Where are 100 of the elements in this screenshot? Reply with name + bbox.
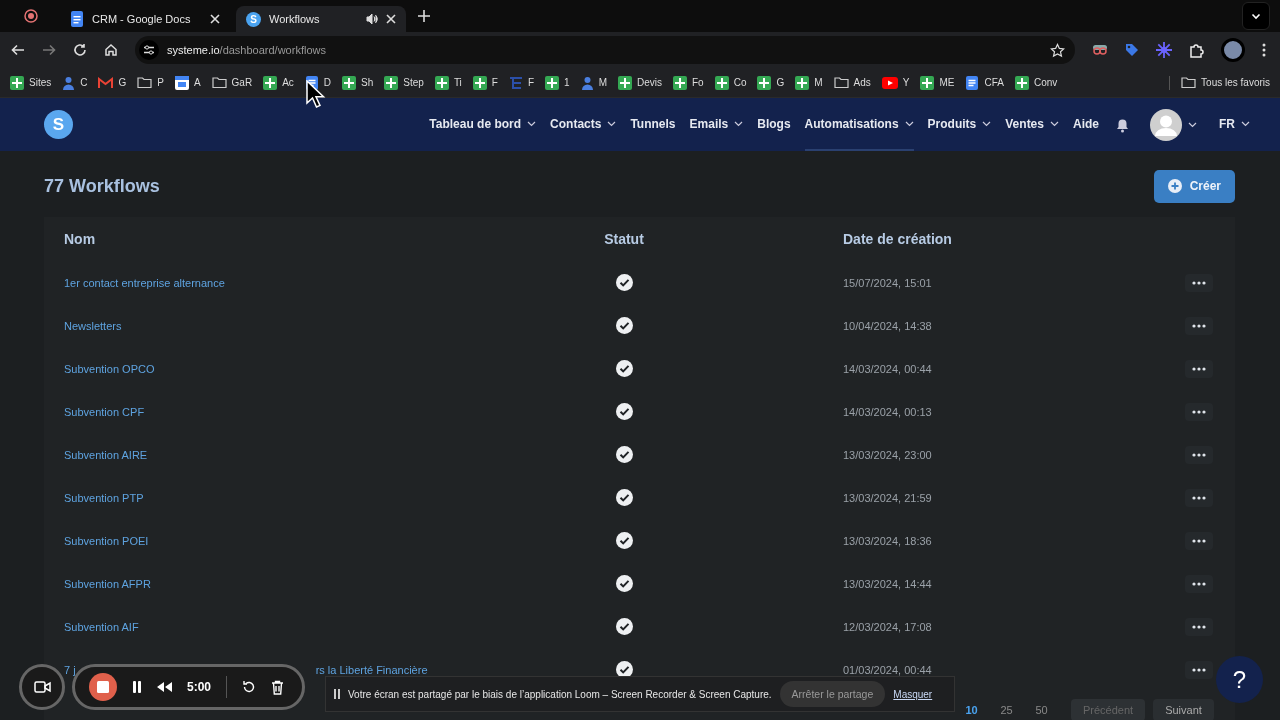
chevron-down-icon[interactable] (1050, 120, 1059, 127)
page-size-option[interactable]: 10 (954, 704, 989, 716)
bookmark[interactable]: M (580, 75, 607, 90)
chevron-down-icon[interactable] (904, 120, 914, 127)
bookmark[interactable]: Conv (1014, 75, 1058, 90)
bookmark[interactable]: G (757, 75, 785, 90)
reload-icon[interactable] (73, 43, 87, 57)
bookmark[interactable]: A (174, 75, 201, 90)
site-settings-icon[interactable] (139, 40, 159, 60)
next-button[interactable]: Suivant (1153, 699, 1214, 720)
bookmark[interactable]: GaR (211, 76, 253, 89)
nav-menu-item[interactable]: Automatisations (804, 98, 914, 151)
bookmark[interactable]: Sites (10, 75, 52, 90)
bookmark[interactable]: 1 (545, 75, 570, 90)
address-bar[interactable]: systeme.io/dashboard/workflows (135, 36, 1075, 64)
chevron-down-icon[interactable] (982, 120, 992, 127)
workflow-link[interactable]: 7 j (64, 663, 76, 676)
browser-tab[interactable]: CRM - Google Docs (60, 6, 230, 32)
more-options-button[interactable] (1185, 488, 1213, 507)
chevron-down-icon[interactable] (734, 120, 744, 127)
workflow-link[interactable]: Subvention OPCO (64, 362, 155, 375)
ellipsis-icon[interactable] (1192, 624, 1206, 629)
more-options-button[interactable] (1185, 359, 1213, 378)
more-options-button[interactable] (1185, 574, 1213, 593)
ellipsis-icon[interactable] (1192, 452, 1206, 457)
bookmark[interactable]: Ti (434, 75, 462, 90)
bookmark[interactable]: Ac (263, 75, 294, 90)
create-button[interactable]: Créer (1153, 169, 1235, 203)
extension-icon[interactable] (1092, 44, 1108, 56)
nav-menu-item[interactable]: Ventes (1005, 98, 1059, 151)
bookmark[interactable]: G (98, 76, 127, 89)
ellipsis-icon[interactable] (1192, 667, 1206, 672)
workflow-link[interactable]: Subvention AIRE (64, 448, 148, 461)
all-bookmarks-folder[interactable]: Tous les favoris (1181, 76, 1270, 89)
page-size-option[interactable]: 50 (1024, 704, 1059, 716)
more-icon[interactable] (1262, 43, 1266, 57)
more-options-button[interactable] (1185, 660, 1213, 679)
more-options-button[interactable] (1185, 531, 1213, 550)
bookmark[interactable]: Fo (673, 75, 704, 90)
more-options-button[interactable] (1185, 445, 1213, 464)
bookmark[interactable]: M (795, 75, 823, 90)
camera-icon[interactable] (33, 681, 51, 693)
nav-menu-item[interactable]: Blogs (757, 98, 791, 151)
forward-icon[interactable] (42, 43, 56, 57)
hide-link[interactable]: Masquer (893, 688, 933, 700)
more-options-button[interactable] (1185, 273, 1213, 292)
ellipsis-icon[interactable] (1192, 495, 1206, 500)
language-menu[interactable]: FR (1219, 98, 1250, 151)
bookmark[interactable]: Ads (833, 76, 871, 89)
chevron-down-icon[interactable] (1251, 11, 1261, 21)
chevron-down-icon[interactable] (607, 120, 617, 127)
chevron-down-icon[interactable] (527, 120, 537, 127)
bookmark[interactable]: F (472, 75, 498, 90)
nav-menu-item[interactable]: Contacts (550, 98, 617, 151)
avatar-icon[interactable] (1150, 108, 1182, 141)
nav-menu-item[interactable]: Tableau de bord (429, 98, 537, 151)
puzzle-icon[interactable] (1189, 42, 1204, 58)
pause-icon[interactable] (132, 681, 142, 693)
tag-icon[interactable] (1125, 43, 1139, 57)
ellipsis-icon[interactable] (1192, 538, 1206, 543)
more-options-button[interactable] (1185, 402, 1213, 421)
bookmark[interactable]: F (508, 75, 535, 90)
stop-sharing-button[interactable]: Arrêter le partage (779, 681, 886, 707)
workflow-link[interactable]: Subvention CPF (64, 405, 145, 418)
bookmark[interactable]: P (137, 76, 164, 89)
bookmark[interactable]: Y (881, 76, 910, 89)
bookmark[interactable]: CFA (965, 75, 1004, 90)
camera-button[interactable] (19, 664, 65, 710)
bookmark[interactable]: C (62, 75, 88, 90)
workflow-link[interactable]: Subvention AFPR (64, 577, 151, 590)
user-menu[interactable] (1150, 108, 1197, 141)
profile-avatar[interactable] (1221, 38, 1245, 62)
rewind-icon[interactable] (157, 682, 172, 692)
nav-menu-item[interactable]: Aide (1073, 98, 1099, 151)
plus-circle-icon[interactable] (1167, 179, 1182, 193)
chevron-down-icon[interactable] (1188, 121, 1197, 128)
ellipsis-icon[interactable] (1192, 323, 1206, 328)
bookmark[interactable]: Sh (342, 75, 374, 90)
stop-recording-button[interactable] (89, 673, 117, 701)
restart-icon[interactable] (242, 680, 257, 694)
home-icon[interactable] (104, 43, 118, 57)
close-icon[interactable] (210, 14, 220, 24)
star-icon[interactable] (1050, 42, 1065, 58)
ellipsis-icon[interactable] (1192, 409, 1206, 414)
workflow-link[interactable]: Subvention AIF (64, 620, 139, 633)
workflow-link[interactable]: Subvention PTP (64, 491, 144, 504)
sparkle-icon[interactable] (1156, 42, 1172, 58)
workflow-link[interactable]: rs la Liberté Financière (315, 663, 428, 676)
bookmark[interactable]: Step (384, 75, 424, 90)
ellipsis-icon[interactable] (1192, 366, 1206, 371)
close-icon[interactable] (386, 14, 396, 24)
back-icon[interactable] (11, 43, 25, 57)
workflow-link[interactable]: Subvention POEI (64, 534, 149, 547)
nav-menu-item[interactable]: Emails (689, 98, 744, 151)
bookmark[interactable]: ME (920, 75, 955, 90)
nav-menu-item[interactable]: Produits (927, 98, 992, 151)
more-options-button[interactable] (1185, 316, 1213, 335)
chevron-down-icon[interactable] (1241, 120, 1250, 127)
ellipsis-icon[interactable] (1192, 280, 1206, 285)
bookmark[interactable]: Devis (617, 75, 662, 90)
